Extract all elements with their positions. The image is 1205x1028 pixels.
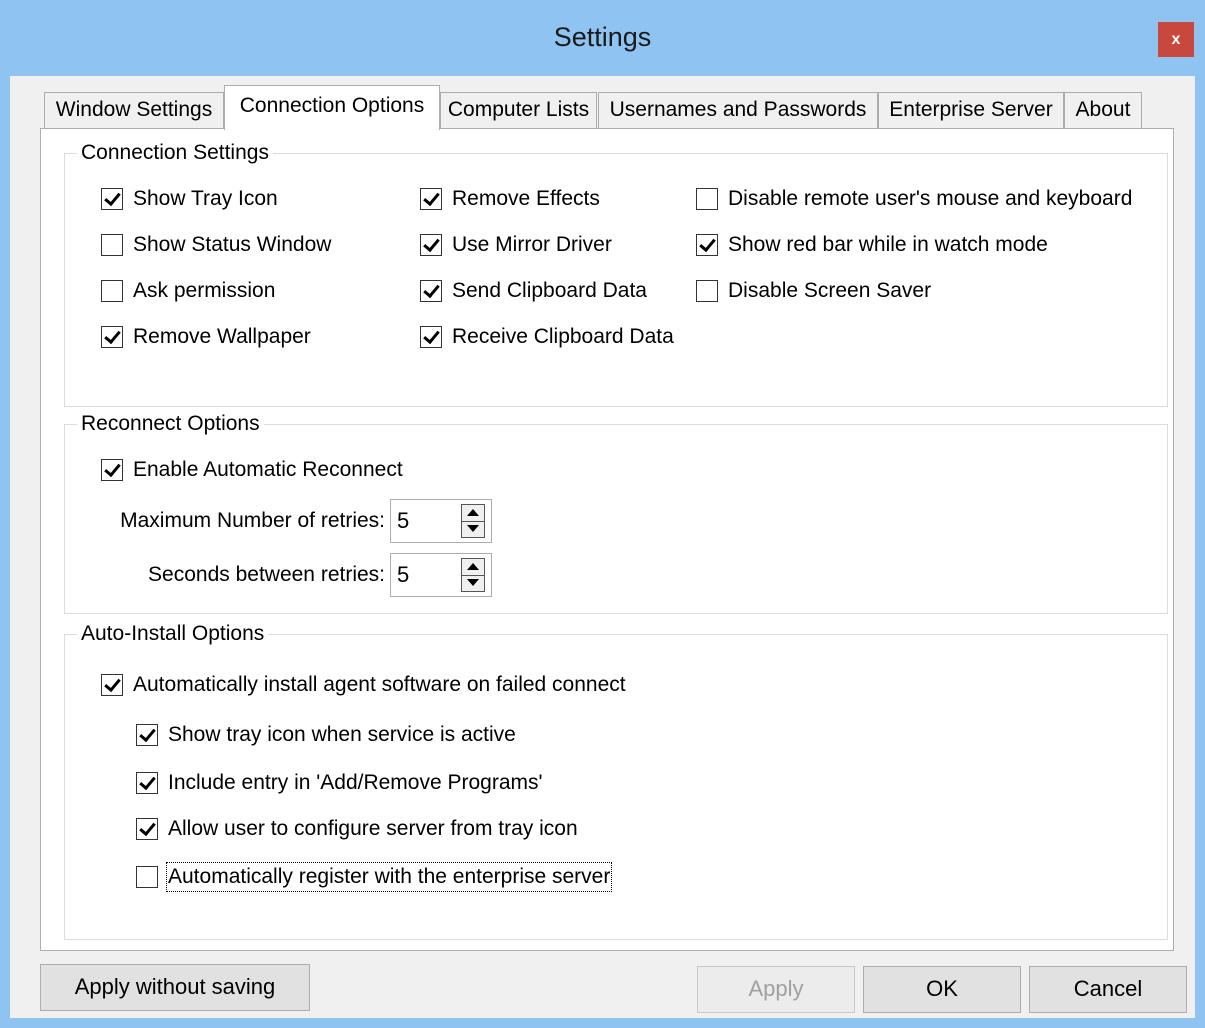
show-tray-icon-option[interactable]: Show Tray Icon [101, 186, 278, 212]
cancel-button[interactable]: Cancel [1029, 966, 1187, 1013]
option-label: Show Status Window [133, 233, 332, 256]
option-label: Show red bar while in watch mode [728, 233, 1048, 256]
ask-permission-option[interactable]: Ask permission [101, 278, 275, 304]
checkbox[interactable] [136, 772, 158, 794]
auto-register-enterprise-option[interactable]: Automatically register with the enterpri… [136, 862, 613, 892]
arrow-up-icon [467, 563, 479, 570]
checkbox[interactable] [101, 459, 123, 481]
seconds-between-label: Seconds between retries: [148, 563, 385, 586]
title-bar[interactable]: Settings x [0, 0, 1205, 76]
spin-up-button[interactable] [462, 505, 484, 522]
checkbox[interactable] [101, 188, 123, 210]
use-mirror-driver-option[interactable]: Use Mirror Driver [420, 232, 612, 258]
group-title: Auto-Install Options [77, 620, 269, 648]
close-icon: x [1171, 31, 1181, 48]
checkbox[interactable] [696, 280, 718, 302]
option-label: Automatically register with the enterpri… [165, 862, 613, 892]
checkbox[interactable] [136, 818, 158, 840]
settings-window: Settings x Window Settings Connection Op… [0, 0, 1205, 1028]
spin-up-button[interactable] [462, 559, 484, 576]
checkbox[interactable] [696, 234, 718, 256]
seconds-between-value[interactable]: 5 [397, 562, 409, 588]
arrow-down-icon [467, 525, 479, 532]
disable-remote-input-option[interactable]: Disable remote user's mouse and keyboard [696, 186, 1132, 212]
checkbox[interactable] [136, 866, 158, 888]
arrow-down-icon [467, 579, 479, 586]
tab-enterprise-server[interactable]: Enterprise Server [878, 92, 1064, 129]
reconnect-options-group: Reconnect Options Enable Automatic Recon… [64, 410, 1168, 614]
auto-install-options-group: Auto-Install Options Automatically insta… [64, 620, 1168, 940]
checkbox[interactable] [420, 280, 442, 302]
option-label: Disable Screen Saver [728, 279, 932, 302]
close-button[interactable]: x [1158, 22, 1194, 57]
checkbox[interactable] [101, 674, 123, 696]
enable-automatic-reconnect-option[interactable]: Enable Automatic Reconnect [101, 457, 403, 483]
checkbox[interactable] [420, 234, 442, 256]
connection-settings-group: Connection Settings Show Tray Icon Show … [64, 139, 1168, 407]
show-status-window-option[interactable]: Show Status Window [101, 232, 331, 258]
option-label: Show tray icon when service is active [168, 723, 516, 746]
ok-button[interactable]: OK [863, 966, 1021, 1013]
tab-computer-lists[interactable]: Computer Lists [440, 92, 597, 129]
disable-screen-saver-option[interactable]: Disable Screen Saver [696, 278, 931, 304]
option-label: Send Clipboard Data [452, 279, 647, 302]
spin-buttons [461, 504, 485, 538]
option-label: Ask permission [133, 279, 276, 302]
show-tray-icon-service-option[interactable]: Show tray icon when service is active [136, 722, 516, 748]
option-label: Automatically install agent software on … [133, 673, 626, 696]
allow-configure-server-option[interactable]: Allow user to configure server from tray… [136, 816, 578, 842]
arrow-up-icon [467, 509, 479, 516]
checkbox[interactable] [136, 724, 158, 746]
spin-down-button[interactable] [462, 521, 484, 537]
group-title: Connection Settings [77, 139, 273, 167]
checkbox[interactable] [420, 326, 442, 348]
window-title: Settings [553, 22, 652, 52]
tab-window-settings[interactable]: Window Settings [44, 92, 224, 129]
receive-clipboard-data-option[interactable]: Receive Clipboard Data [420, 324, 674, 350]
spin-buttons [461, 558, 485, 592]
remove-wallpaper-option[interactable]: Remove Wallpaper [101, 324, 311, 350]
max-retries-label: Maximum Number of retries: [120, 509, 385, 532]
tab-usernames-and-passwords[interactable]: Usernames and Passwords [598, 92, 878, 129]
option-label: Include entry in 'Add/Remove Programs' [168, 771, 543, 794]
checkbox[interactable] [101, 280, 123, 302]
max-retries-stepper[interactable]: 5 [390, 499, 492, 543]
connection-options-panel: Connection Settings Show Tray Icon Show … [40, 128, 1174, 951]
option-label: Remove Effects [452, 187, 600, 210]
checkbox[interactable] [420, 188, 442, 210]
show-red-bar-option[interactable]: Show red bar while in watch mode [696, 232, 1048, 258]
option-label: Disable remote user's mouse and keyboard [728, 187, 1133, 210]
seconds-between-stepper[interactable]: 5 [390, 553, 492, 597]
option-label: Receive Clipboard Data [452, 325, 674, 348]
checkbox[interactable] [101, 326, 123, 348]
max-retries-value[interactable]: 5 [397, 508, 409, 534]
checkbox[interactable] [101, 234, 123, 256]
include-add-remove-programs-option[interactable]: Include entry in 'Add/Remove Programs' [136, 770, 543, 796]
option-label: Show Tray Icon [133, 187, 278, 210]
group-title: Reconnect Options [77, 410, 264, 438]
dialog-client-area: Window Settings Connection Options Compu… [10, 76, 1195, 1018]
apply-without-saving-button[interactable]: Apply without saving [40, 964, 310, 1011]
option-label: Enable Automatic Reconnect [133, 458, 403, 481]
tab-about[interactable]: About [1064, 92, 1142, 129]
send-clipboard-data-option[interactable]: Send Clipboard Data [420, 278, 647, 304]
remove-effects-option[interactable]: Remove Effects [420, 186, 600, 212]
tab-connection-options[interactable]: Connection Options [224, 85, 440, 130]
checkbox[interactable] [696, 188, 718, 210]
spin-down-button[interactable] [462, 575, 484, 591]
option-label: Allow user to configure server from tray… [168, 817, 578, 840]
auto-install-agent-option[interactable]: Automatically install agent software on … [101, 672, 626, 698]
option-label: Use Mirror Driver [452, 233, 612, 256]
apply-button[interactable]: Apply [697, 966, 855, 1013]
option-label: Remove Wallpaper [133, 325, 311, 348]
